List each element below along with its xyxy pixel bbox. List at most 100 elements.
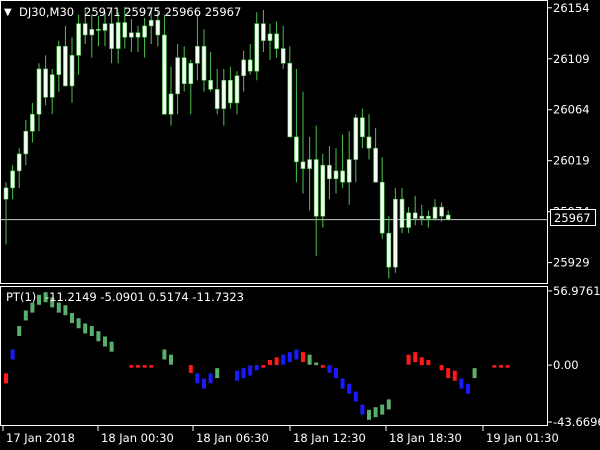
histogram-bar (492, 365, 497, 368)
symbol-label: DJ30,M30 (19, 5, 74, 19)
candle-body (214, 89, 220, 109)
histogram-bar (17, 326, 22, 337)
candle-body (89, 29, 95, 36)
histogram-bar (149, 365, 154, 368)
ohlc-values: 25971 25975 25966 25967 (84, 5, 241, 19)
candle (142, 17, 147, 58)
price-axis: 261542610926064260192597425929 (548, 1, 590, 270)
candle-body (261, 23, 266, 41)
candle-body (208, 79, 213, 90)
indicator-tick-label: -43.6696 (553, 415, 600, 429)
candle-body (393, 198, 398, 268)
candle (36, 63, 42, 132)
histogram-bar (419, 357, 424, 366)
candle (393, 187, 398, 273)
candle-body (96, 29, 101, 31)
candle (333, 148, 339, 194)
collapse-triangle-icon[interactable]: ▼ (4, 7, 12, 18)
candle-body (274, 33, 279, 49)
candle-body (287, 62, 293, 138)
candle-body (129, 32, 134, 38)
candle-body (142, 25, 147, 38)
histogram-bar (195, 373, 200, 384)
candle (399, 187, 405, 234)
candle (89, 14, 95, 58)
histogram-bar (37, 294, 41, 305)
indicator-name: PT(1) (6, 290, 36, 304)
candle-body (360, 117, 365, 138)
candle (320, 153, 326, 228)
histogram-bar (499, 365, 503, 368)
indicator-header: PT(1) -11.2149 -5.0901 0.5174 -11.7323 (6, 290, 244, 304)
price-tick-label: 26109 (553, 52, 590, 66)
candle-body (399, 198, 405, 228)
candle-body (155, 19, 161, 36)
histogram-bar (136, 365, 140, 368)
candle-body (300, 161, 306, 169)
time-tick-label: 18 Jan 12:30 (293, 431, 366, 445)
price-tick-label: 25929 (553, 256, 590, 270)
candle-body (168, 93, 174, 115)
candle (56, 40, 62, 92)
candle (419, 204, 425, 226)
histogram-bar (268, 359, 272, 366)
price-panel-frame (0, 0, 548, 284)
candle-body (195, 46, 200, 64)
indicator-values: -11.2149 -5.0901 0.5174 -11.7323 (45, 290, 244, 304)
histogram-bar (261, 365, 266, 368)
candle-body (56, 46, 62, 75)
histogram-bar (314, 362, 319, 366)
candle-body (320, 164, 326, 217)
candle (346, 131, 352, 205)
candle (228, 66, 233, 109)
time-tick-label: 17 Jan 2018 (6, 431, 75, 445)
candle-body (76, 23, 81, 56)
candle-body (3, 187, 9, 200)
candle (432, 199, 438, 221)
candle-body (406, 212, 411, 228)
candle-body (267, 33, 273, 41)
candle-body (148, 19, 154, 27)
histogram-bar (347, 383, 352, 394)
candle-body (109, 23, 114, 49)
candle (254, 12, 260, 81)
histogram-bar (360, 404, 365, 415)
histogram-bar (413, 352, 418, 363)
candle (201, 29, 207, 92)
histogram-bar (202, 378, 206, 389)
candle (247, 44, 253, 75)
candle-body (228, 79, 233, 104)
candle (274, 21, 279, 58)
candle (129, 19, 134, 52)
candle-body (432, 206, 438, 219)
candle (261, 10, 266, 52)
candle-body (307, 159, 312, 169)
candle-body (419, 215, 425, 219)
candle-body (30, 113, 35, 132)
candle-body (439, 206, 444, 217)
candle-body (426, 215, 431, 219)
candle-body (135, 32, 141, 38)
candle (267, 23, 273, 60)
candle-body (102, 23, 108, 31)
chart-header: ▼ DJ30,M30 25971 25975 25966 25967 (4, 5, 241, 19)
histogram-bar (439, 365, 444, 371)
candle (96, 15, 101, 47)
histogram-bar (235, 370, 239, 381)
histogram-bar (459, 378, 464, 389)
candle-body (69, 55, 75, 87)
candle-body (353, 117, 359, 160)
candle-body (386, 232, 392, 268)
histogram-bar (386, 399, 391, 410)
histogram-bar (320, 365, 325, 368)
histogram-bar (472, 368, 477, 379)
candle-body (366, 136, 372, 149)
candle (313, 125, 319, 256)
histogram-bar (301, 352, 305, 363)
histogram-bar (142, 365, 147, 368)
candle (307, 136, 312, 211)
candle (406, 207, 411, 234)
candle-body (333, 170, 339, 180)
candle (69, 37, 75, 103)
candle (221, 68, 227, 126)
